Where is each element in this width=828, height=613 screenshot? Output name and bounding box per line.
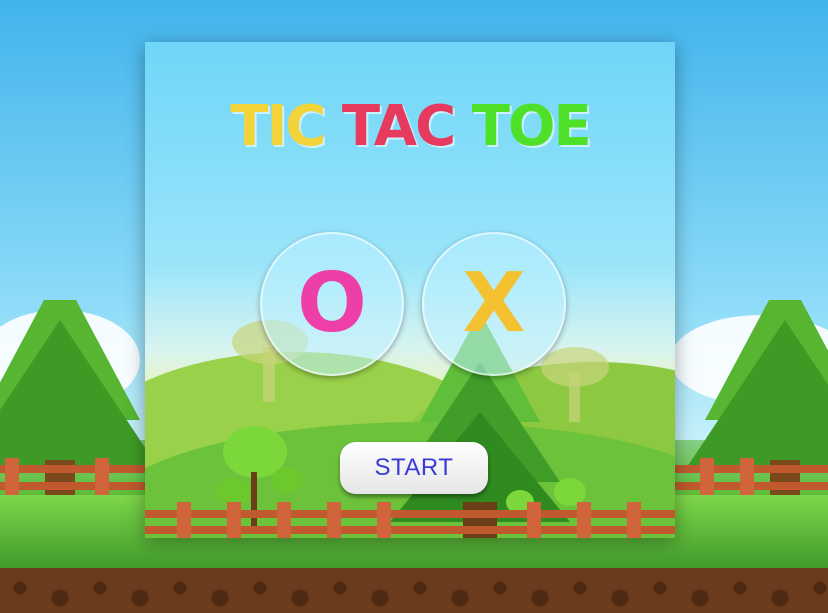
title-word-tic: TIC	[230, 94, 326, 159]
title-word-toe: TOE	[471, 94, 592, 159]
game-menu-card: TIC TAC TOE O X START	[145, 42, 675, 538]
choose-x-button[interactable]: X	[422, 232, 566, 376]
choose-o-button[interactable]: O	[260, 232, 404, 376]
start-button[interactable]: START	[340, 442, 488, 494]
title-word-tac: TAC	[341, 94, 456, 159]
o-mark: O	[297, 256, 367, 351]
dirt	[0, 568, 828, 613]
game-title: TIC TAC TOE	[145, 94, 675, 159]
x-mark: X	[462, 256, 526, 351]
